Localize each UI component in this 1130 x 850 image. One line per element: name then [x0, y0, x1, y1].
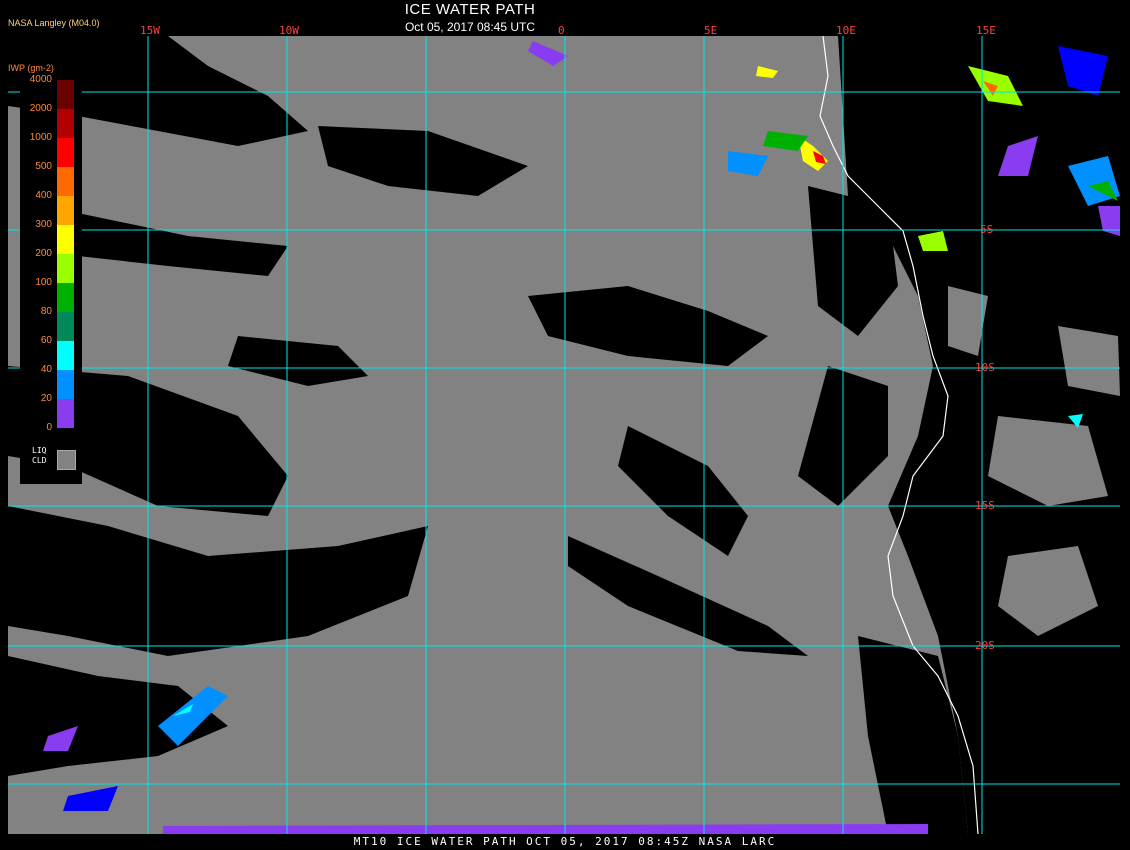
credit-label: NASA Langley (M04.0) [8, 18, 100, 28]
legend-label: 300 [35, 219, 52, 230]
lat-label-5s: 5S [980, 223, 994, 236]
iwp-legend: IWP (gm-2) 4000 2000 1000 500 400 300 200 100 80… [8, 60, 82, 484]
lon-label-0: 0 [558, 24, 565, 37]
legend-label: 0 [46, 422, 52, 433]
legend-title: IWP (gm-2) [8, 63, 54, 73]
legend-label: 200 [35, 248, 52, 259]
lat-label-10s: 10S [975, 361, 995, 374]
legend-swatch [57, 341, 74, 370]
lon-label-10e: 10E [836, 24, 856, 37]
legend-swatch [57, 109, 74, 138]
map-canvas [8, 36, 1120, 834]
legend-swatch [57, 312, 74, 341]
legend-label: 1000 [29, 132, 52, 143]
legend-swatch [57, 283, 74, 312]
legend-label: 100 [35, 277, 52, 288]
lat-label-15s: 15S [975, 499, 995, 512]
legend-label: 20 [40, 393, 52, 404]
lon-label-15e: 15E [976, 24, 996, 37]
lon-label-15w: 15W [140, 24, 160, 37]
legend-swatch [57, 138, 74, 167]
legend-swatch [57, 254, 74, 283]
legend-swatch [57, 196, 74, 225]
lat-label-20s: 20S [975, 639, 995, 652]
footer-caption: MT10 ICE WATER PATH OCT 05, 2017 08:45Z … [353, 835, 777, 848]
legend-swatch [57, 399, 74, 428]
legend-label: 500 [35, 161, 52, 172]
lon-label-5e: 5E [704, 24, 718, 37]
liq-cld-label: LIQ CLD [32, 446, 46, 466]
legend-label: 4000 [29, 74, 52, 85]
legend-swatch [57, 225, 74, 254]
liq-cld-swatch [57, 450, 76, 470]
legend-label: 2000 [29, 103, 52, 114]
lon-label-10w: 10W [279, 24, 299, 37]
cld-label: CLD [32, 456, 47, 465]
legend-swatch [57, 80, 74, 109]
legend-swatch [57, 167, 74, 196]
liq-label: LIQ [32, 446, 47, 455]
map-title: ICE WATER PATH [404, 1, 536, 18]
legend-label: 40 [40, 364, 52, 375]
legend-label: 400 [35, 190, 52, 201]
satellite-map [8, 36, 1120, 834]
legend-label: 60 [40, 335, 52, 346]
legend-swatch [57, 370, 74, 399]
legend-label: 80 [40, 306, 52, 317]
